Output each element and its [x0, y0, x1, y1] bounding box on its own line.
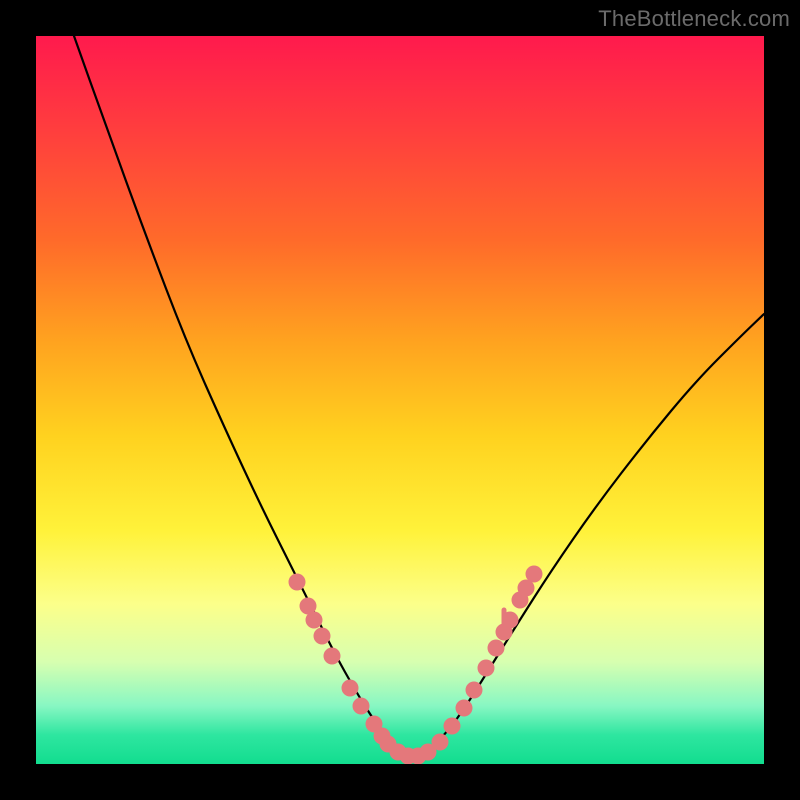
plot-area [36, 36, 764, 764]
scatter-dot [466, 682, 483, 699]
watermark-text: TheBottleneck.com [598, 6, 790, 32]
scatter-dot [314, 628, 331, 645]
scatter-dot [324, 648, 341, 665]
scatter-dot [478, 660, 495, 677]
scatter-dot [306, 612, 323, 629]
scatter-dot [456, 700, 473, 717]
scatter-dot [289, 574, 306, 591]
curve-layer [74, 36, 764, 758]
scatter-dot [502, 612, 519, 629]
series-left-curve [74, 36, 416, 758]
scatter-dot [432, 734, 449, 751]
chart-frame: TheBottleneck.com [0, 0, 800, 800]
scatter-dot [342, 680, 359, 697]
chart-svg [36, 36, 764, 764]
scatter-dot [526, 566, 543, 583]
scatter-dot [444, 718, 461, 735]
scatter-dot [488, 640, 505, 657]
scatter-layer [289, 566, 543, 765]
scatter-dot [353, 698, 370, 715]
